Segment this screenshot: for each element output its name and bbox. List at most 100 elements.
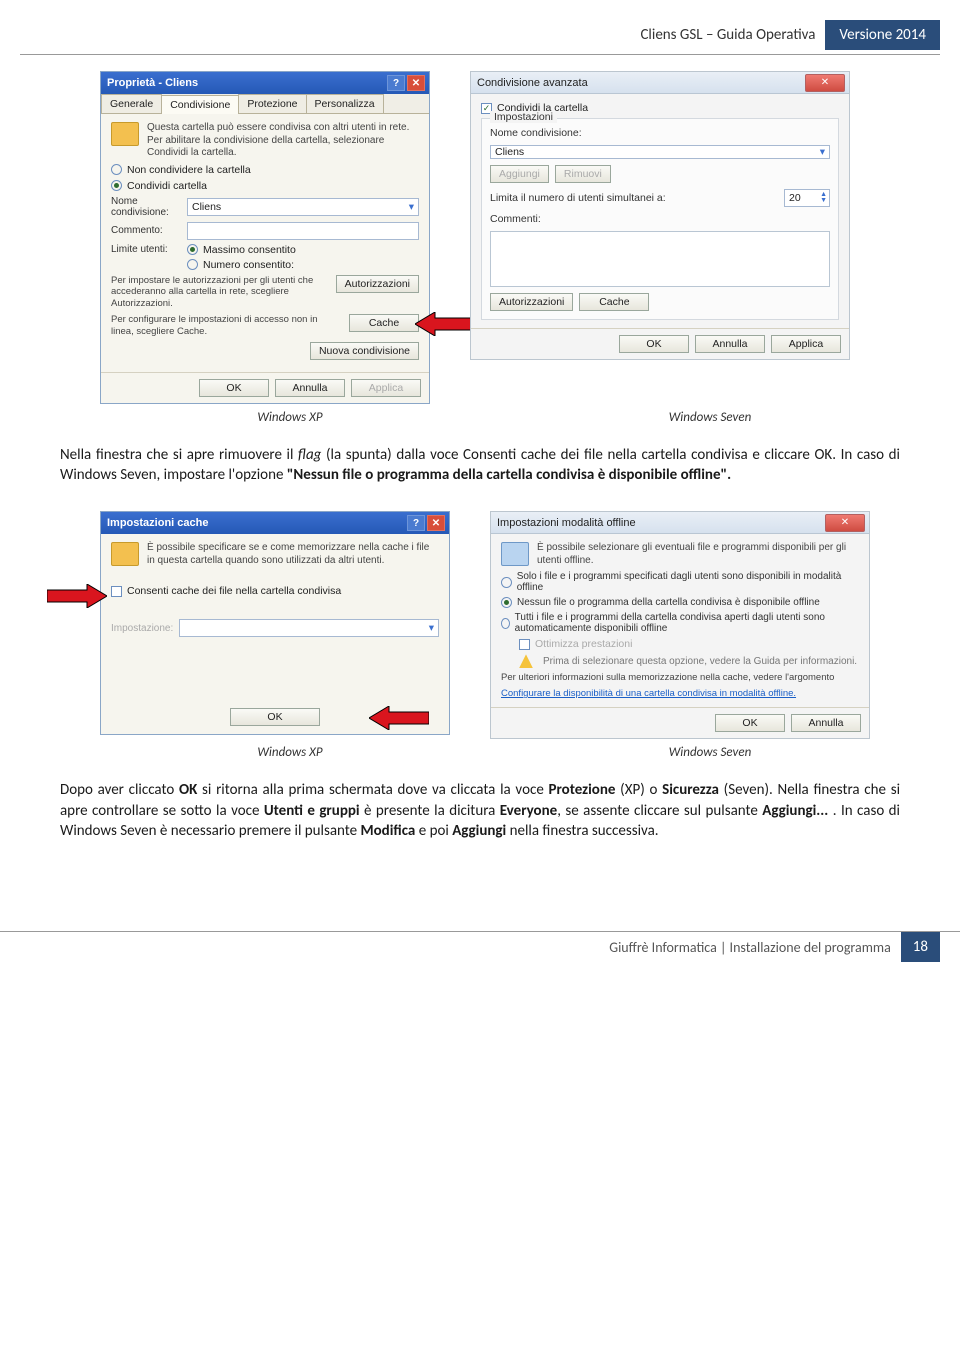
tab-condivisione[interactable]: Condivisione: [161, 95, 239, 114]
limit-users-spinner[interactable]: 20 ▲▼: [784, 189, 830, 207]
p2-b8: Aggiungi: [452, 822, 506, 840]
optimize-checkbox: Ottimizza prestazioni: [519, 638, 859, 650]
limit-users-label: Limita il numero di utenti simultanei a:: [490, 192, 666, 204]
window-title: Proprietà - Cliens: [107, 77, 198, 89]
radio-no-share-label: Non condividere la cartella: [127, 164, 251, 176]
p1-a: Nella finestra che si apre rimuovere il: [60, 446, 298, 464]
cancel-button[interactable]: Annulla: [791, 714, 861, 732]
more-info-text: Per ulteriori informazioni sulla memoriz…: [501, 672, 859, 684]
radio-max[interactable]: Massimo consentito: [187, 244, 296, 256]
p2-b1: OK: [179, 781, 197, 799]
new-share-button[interactable]: Nuova condivisione: [310, 342, 419, 360]
close-button[interactable]: ✕: [427, 515, 445, 531]
allow-cache-checkbox[interactable]: Consenti cache dei file nella cartella c…: [111, 585, 439, 597]
figure-caption-row-1: Windows XP Windows Seven: [0, 410, 960, 425]
cache-button[interactable]: Cache: [579, 293, 649, 311]
settings-group: Impostazioni Nome condivisione: Cliens A…: [481, 118, 839, 320]
share-name-label: Nome condivisione:: [490, 127, 830, 139]
red-arrow-icon: [415, 312, 475, 336]
optimize-label: Ottimizza prestazioni: [535, 638, 632, 650]
dialog-properties-xp: Proprietà - Cliens ? ✕ Generale Condivis…: [100, 71, 430, 404]
comments-label: Commenti:: [490, 213, 830, 225]
caption-seven: Windows Seven: [520, 410, 900, 425]
authorizations-button[interactable]: Autorizzazioni: [336, 275, 419, 293]
titlebar: Impostazioni modalità offline ✕: [491, 512, 869, 534]
red-arrow-icon: [47, 584, 107, 608]
p2-b5: Everyone: [500, 802, 557, 820]
caption-xp: Windows XP: [100, 410, 480, 425]
help-button[interactable]: ?: [407, 515, 425, 531]
p1-opt: "Nessun file o programma della cartella …: [287, 466, 731, 484]
group-legend: Impostazioni: [490, 111, 557, 123]
comments-textarea[interactable]: [490, 231, 830, 287]
comment-input[interactable]: [187, 222, 419, 240]
p2-b2: Protezione: [549, 781, 616, 799]
opt3-label: Tutti i file e i programmi della cartell…: [515, 612, 859, 634]
cancel-button[interactable]: Annulla: [695, 335, 765, 353]
ok-button[interactable]: OK: [619, 335, 689, 353]
warning-text: Prima di selezionare questa opzione, ved…: [543, 656, 857, 667]
help-button[interactable]: ?: [387, 75, 405, 91]
setting-dropdown: [179, 619, 439, 637]
help-link[interactable]: Configurare la disponibilità di una cart…: [501, 688, 859, 699]
tab-personalizza[interactable]: Personalizza: [306, 94, 384, 113]
radio-num-label: Numero consentito:: [203, 259, 294, 271]
p2-b3: Sicurezza: [662, 781, 719, 799]
dialog-cache-settings-xp: Impostazioni cache ? ✕ È possibile speci…: [100, 511, 450, 735]
p2-b6: Aggiungi...: [762, 802, 828, 820]
radio-all-auto[interactable]: Tutti i file e i programmi della cartell…: [501, 612, 859, 634]
ok-button[interactable]: OK: [715, 714, 785, 732]
folder-icon: [111, 542, 139, 566]
tab-protezione[interactable]: Protezione: [238, 94, 306, 113]
titlebar: Proprietà - Cliens ? ✕: [101, 72, 429, 94]
radio-num[interactable]: Numero consentito:: [187, 259, 296, 271]
p1-flag: flag: [298, 446, 321, 464]
apply-button[interactable]: Applica: [771, 335, 841, 353]
perm-note: Per impostare le autorizzazioni per gli …: [111, 275, 328, 311]
paragraph-2: Dopo aver cliccato OK si ritorna alla pr…: [0, 780, 960, 841]
tabs: Generale Condivisione Protezione Persona…: [101, 94, 429, 114]
comment-label: Commento:: [111, 225, 181, 236]
remove-button[interactable]: Rimuovi: [555, 165, 611, 183]
add-button[interactable]: Aggiungi: [490, 165, 549, 183]
window-title: Condivisione avanzata: [477, 77, 588, 89]
folder-icon: [111, 122, 139, 146]
radio-specified-only[interactable]: Solo i file e i programmi specificati da…: [501, 571, 859, 593]
radio-no-share[interactable]: Non condividere la cartella: [111, 164, 419, 176]
close-button[interactable]: ✕: [407, 75, 425, 91]
ok-button[interactable]: OK: [199, 379, 269, 397]
close-button[interactable]: ✕: [825, 514, 865, 532]
spinner-arrows-icon[interactable]: ▲▼: [820, 192, 827, 204]
hint-text: Questa cartella può essere condivisa con…: [147, 122, 419, 160]
page-number: 18: [901, 932, 940, 962]
cancel-button[interactable]: Annulla: [275, 379, 345, 397]
ok-button[interactable]: OK: [230, 708, 320, 726]
radio-none-offline[interactable]: Nessun file o programma della cartella c…: [501, 597, 859, 608]
p2-b7: Modifica: [361, 822, 416, 840]
dialog-advanced-sharing-win7: Condivisione avanzata ✕ Condividi la car…: [470, 71, 850, 360]
radio-share[interactable]: Condividi cartella: [111, 180, 419, 192]
hint-text: È possibile selezionare gli eventuali fi…: [537, 542, 859, 567]
limit-label: Limite utenti:: [111, 244, 181, 255]
radio-share-label: Condividi cartella: [127, 180, 207, 192]
allow-cache-label: Consenti cache dei file nella cartella c…: [127, 585, 341, 597]
header-rule: [20, 54, 940, 55]
share-name-input[interactable]: Cliens: [490, 145, 830, 159]
authorizations-button[interactable]: Autorizzazioni: [490, 293, 573, 311]
tab-generale[interactable]: Generale: [101, 94, 162, 113]
red-arrow-icon: [369, 706, 429, 730]
page-footer: Giuffrè Informatica | Installazione del …: [0, 931, 960, 962]
p2-b4: Utenti e gruppi: [264, 802, 360, 820]
page-header: Cliens GSL – Guida Operativa Versione 20…: [0, 0, 960, 54]
share-name-input[interactable]: Cliens: [187, 198, 419, 216]
titlebar: Condivisione avanzata ✕: [471, 72, 849, 94]
warning-icon: [519, 654, 533, 668]
cache-button[interactable]: Cache: [349, 314, 419, 332]
figure-caption-row-2: Windows XP Windows Seven: [0, 745, 960, 760]
apply-button[interactable]: Applica: [351, 379, 421, 397]
header-title-right: Versione 2014: [825, 20, 940, 50]
share-name-value: Cliens: [495, 146, 524, 158]
window-title: Impostazioni cache: [107, 517, 208, 529]
footer-text: Giuffrè Informatica | Installazione del …: [609, 933, 901, 962]
close-button[interactable]: ✕: [805, 74, 845, 92]
